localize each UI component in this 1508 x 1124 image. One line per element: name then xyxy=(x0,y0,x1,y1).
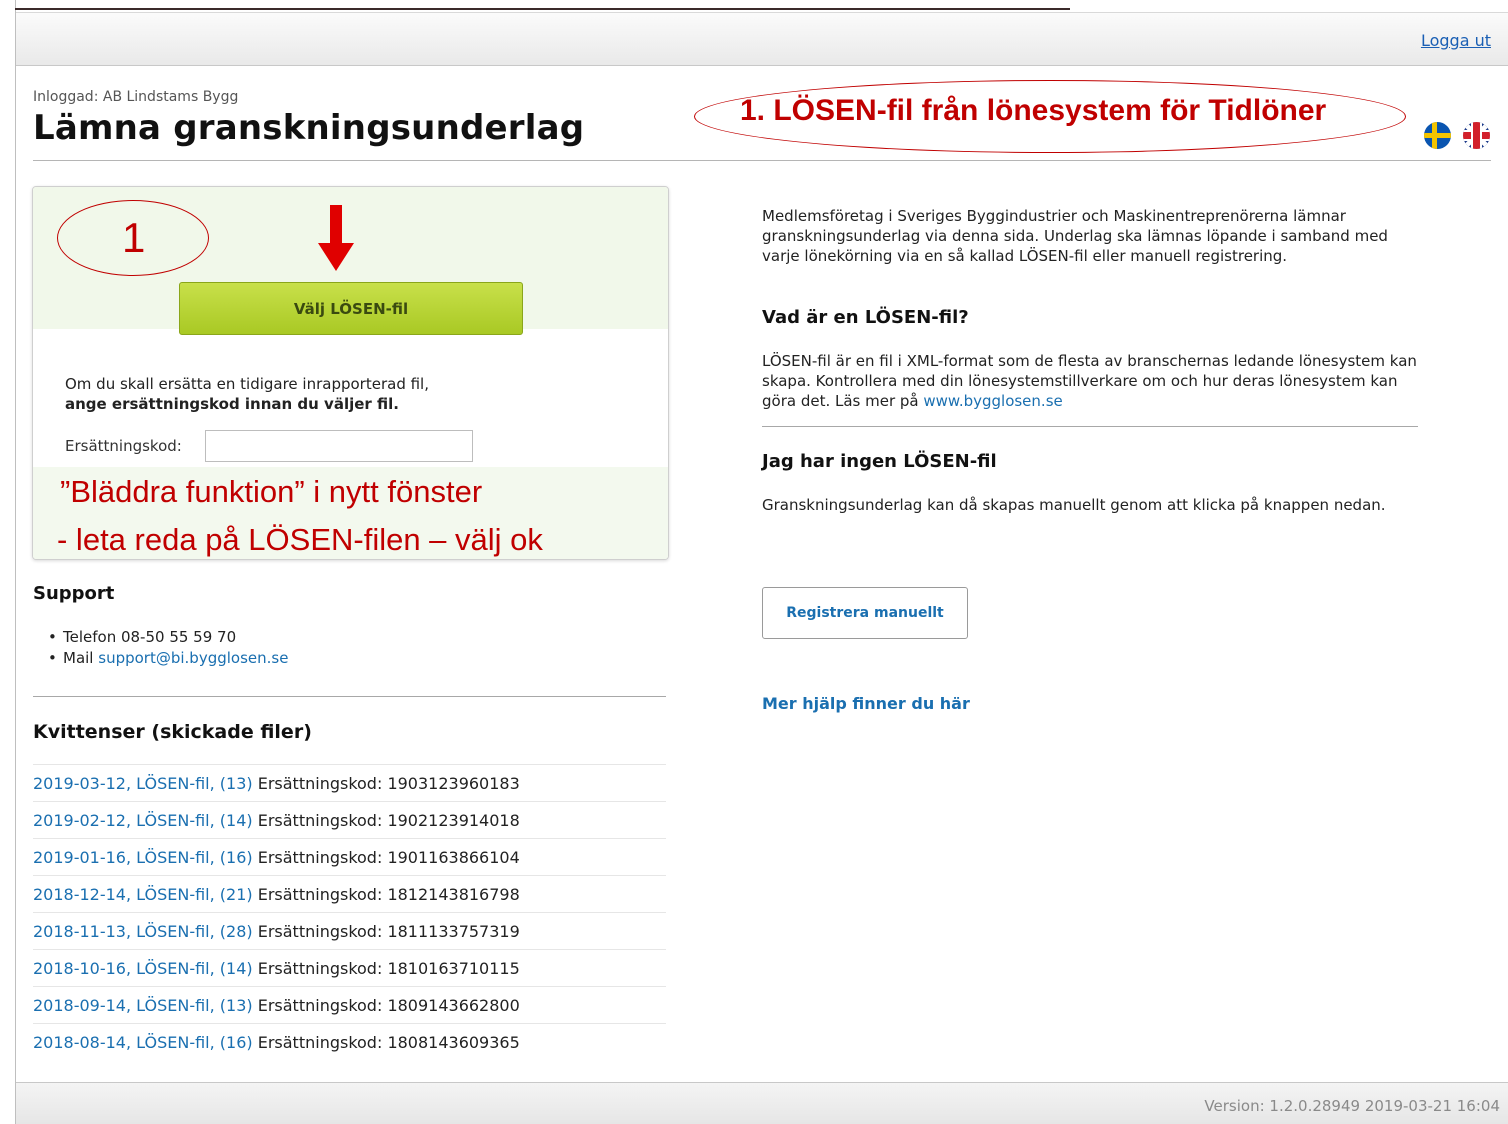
support-mail: Mail support@bi.bygglosen.se xyxy=(48,648,288,669)
receipt-link[interactable]: 2018-11-13, LÖSEN-fil, (28) xyxy=(33,922,253,941)
receipts-heading: Kvittenser (skickade filer) xyxy=(33,721,312,743)
replace-instructions: Om du skall ersätta en tidigare inrappor… xyxy=(65,374,429,414)
annotation-browse-line-2: - leta reda på LÖSEN-filen – välj ok xyxy=(57,522,543,557)
receipt-row: 2018-10-16, LÖSEN-fil, (14) Ersättningsk… xyxy=(33,949,666,986)
receipt-row: 2018-11-13, LÖSEN-fil, (28) Ersättningsk… xyxy=(33,912,666,949)
receipt-code: Ersättningskod: 1808143609365 xyxy=(252,1033,520,1052)
receipt-code: Ersättningskod: 1901163866104 xyxy=(252,848,520,867)
replacement-code-label: Ersättningskod: xyxy=(65,437,182,455)
intro-text: Medlemsföretag i Sveriges Byggindustrier… xyxy=(762,207,1388,265)
what-is-losen-heading: Vad är en LÖSEN-fil? xyxy=(762,307,969,328)
receipts-list: 2019-03-12, LÖSEN-fil, (13) Ersättningsk… xyxy=(33,764,666,1060)
annotation-browse-line-1: ”Bläddra funktion” i nytt fönster xyxy=(60,474,483,509)
receipt-row: 2018-12-14, LÖSEN-fil, (21) Ersättningsk… xyxy=(33,875,666,912)
receipt-row: 2019-02-12, LÖSEN-fil, (14) Ersättningsk… xyxy=(33,801,666,838)
support-divider xyxy=(33,696,666,697)
replacement-code-input[interactable] xyxy=(205,430,473,462)
receipt-row: 2018-08-14, LÖSEN-fil, (16) Ersättningsk… xyxy=(33,1023,666,1060)
left-border xyxy=(15,0,16,1124)
page-title: Lämna granskningsunderlag xyxy=(33,108,585,148)
receipt-code: Ersättningskod: 1811133757319 xyxy=(252,922,520,941)
support-list: Telefon 08-50 55 59 70 Mail support@bi.b… xyxy=(48,627,288,669)
more-help-link[interactable]: Mer hjälp finner du här xyxy=(762,694,970,713)
no-losen-heading: Jag har ingen LÖSEN-fil xyxy=(762,451,997,472)
replace-instructions-text: Om du skall ersätta en tidigare inrappor… xyxy=(65,375,429,393)
annotation-arrow-down-icon xyxy=(318,205,354,271)
annotation-step-number: 1 xyxy=(122,214,146,261)
receipt-link[interactable]: 2018-10-16, LÖSEN-fil, (14) xyxy=(33,959,253,978)
support-mail-link[interactable]: support@bi.bygglosen.se xyxy=(98,649,288,667)
select-losen-file-button[interactable]: Välj LÖSEN-fil xyxy=(179,282,523,335)
receipt-link[interactable]: 2019-03-12, LÖSEN-fil, (13) xyxy=(33,774,253,793)
receipt-row: 2019-01-16, LÖSEN-fil, (16) Ersättningsk… xyxy=(33,838,666,875)
header-bar: Logga ut xyxy=(16,12,1508,66)
what-is-losen-text: LÖSEN-fil är en fil i XML-format som de … xyxy=(762,351,1422,411)
receipt-link[interactable]: 2018-08-14, LÖSEN-fil, (16) xyxy=(33,1033,253,1052)
receipt-code: Ersättningskod: 1810163710115 xyxy=(252,959,520,978)
version-label: Version: 1.2.0.28949 2019-03-21 16:04 xyxy=(1204,1097,1500,1115)
bygglosen-link[interactable]: www.bygglosen.se xyxy=(923,392,1062,410)
info-divider xyxy=(762,426,1418,427)
no-losen-text: Granskningsunderlag kan då skapas manuel… xyxy=(762,496,1386,514)
sweden-flag-cross-h xyxy=(1424,133,1451,138)
uk-flag-icon[interactable] xyxy=(1463,122,1490,149)
receipt-link[interactable]: 2019-01-16, LÖSEN-fil, (16) xyxy=(33,848,253,867)
logout-link[interactable]: Logga ut xyxy=(1421,31,1491,50)
receipt-row: 2019-03-12, LÖSEN-fil, (13) Ersättningsk… xyxy=(33,764,666,801)
receipt-code: Ersättningskod: 1812143816798 xyxy=(252,885,520,904)
receipt-link[interactable]: 2018-12-14, LÖSEN-fil, (21) xyxy=(33,885,253,904)
title-divider xyxy=(33,160,1491,161)
what-is-losen-body: LÖSEN-fil är en fil i XML-format som de … xyxy=(762,352,1417,410)
logged-in-label: Inloggad: AB Lindstams Bygg xyxy=(33,89,239,105)
receipt-code: Ersättningskod: 1809143662800 xyxy=(252,996,520,1015)
register-manually-button[interactable]: Registrera manuellt xyxy=(762,587,968,639)
top-border xyxy=(15,8,1070,10)
sweden-flag-icon[interactable] xyxy=(1424,122,1451,149)
sweden-flag-cross-v xyxy=(1432,122,1437,149)
receipt-code: Ersättningskod: 1903123960183 xyxy=(252,774,520,793)
annotation-top-note: 1. LÖSEN-fil från lönesystem för Tidlöne… xyxy=(740,94,1327,127)
support-phone-text: Telefon 08-50 55 59 70 xyxy=(63,628,237,646)
receipt-code: Ersättningskod: 1902123914018 xyxy=(252,811,520,830)
uk-flag-cross-v xyxy=(1473,122,1480,149)
support-mail-prefix: Mail xyxy=(63,649,99,667)
support-phone: Telefon 08-50 55 59 70 xyxy=(48,627,288,648)
receipt-link[interactable]: 2018-09-14, LÖSEN-fil, (13) xyxy=(33,996,253,1015)
support-heading: Support xyxy=(33,583,115,604)
replace-instructions-bold: ange ersättningskod innan du väljer fil. xyxy=(65,395,399,413)
receipt-row: 2018-09-14, LÖSEN-fil, (13) Ersättningsk… xyxy=(33,986,666,1023)
receipt-link[interactable]: 2019-02-12, LÖSEN-fil, (14) xyxy=(33,811,253,830)
